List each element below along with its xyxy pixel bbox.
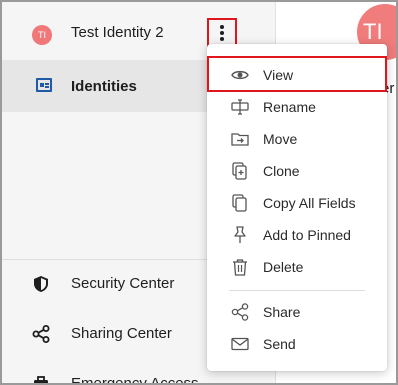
kebab-dot-icon — [220, 37, 224, 41]
menu-item-move[interactable]: Move — [207, 123, 387, 155]
menu-item-label: Rename — [263, 99, 316, 115]
menu-item-label: Share — [263, 304, 301, 320]
folder-move-icon — [231, 130, 249, 148]
trash-icon — [231, 258, 249, 276]
menu-item-share[interactable]: Share — [207, 296, 387, 328]
menu-item-copy-all-fields[interactable]: Copy All Fields — [207, 187, 387, 219]
share-icon — [32, 325, 50, 343]
sidebar-item-label: Security Center — [71, 275, 175, 292]
menu-item-label: Add to Pinned — [263, 227, 351, 243]
eye-icon — [231, 66, 249, 84]
id-card-icon — [36, 78, 52, 92]
menu-item-label: Move — [263, 131, 298, 147]
sidebar-item-label: Identities — [71, 78, 137, 95]
avatar: TI — [32, 25, 52, 45]
menu-item-add-to-pinned[interactable]: Add to Pinned — [207, 219, 387, 251]
menu-item-label: View — [263, 67, 294, 83]
pin-icon — [231, 226, 249, 244]
menu-item-label: Clone — [263, 163, 300, 179]
kebab-dot-icon — [220, 25, 224, 29]
envelope-icon — [231, 335, 249, 353]
menu-item-label: Copy All Fields — [263, 195, 356, 211]
sidebar-item-label: Emergency Access — [71, 375, 199, 383]
sidebar-item-label: Sharing Center — [71, 325, 172, 342]
emergency-icon — [32, 375, 50, 383]
context-menu: View Rename Move Clone Copy All Fields A… — [207, 44, 387, 371]
copy-icon — [231, 194, 249, 212]
menu-item-label: Delete — [263, 259, 304, 275]
menu-item-view[interactable]: View — [207, 56, 387, 92]
rename-icon — [231, 98, 249, 116]
sidebar-item-label: Test Identity 2 — [71, 24, 164, 41]
kebab-dot-icon — [220, 31, 224, 35]
menu-item-send[interactable]: Send — [207, 328, 387, 360]
menu-divider — [229, 290, 365, 291]
menu-item-label: Send — [263, 336, 296, 352]
menu-item-rename[interactable]: Rename — [207, 91, 387, 123]
clone-icon — [231, 162, 249, 180]
shield-icon — [32, 275, 50, 293]
menu-item-delete[interactable]: Delete — [207, 251, 387, 283]
menu-item-clone[interactable]: Clone — [207, 155, 387, 187]
share-icon — [231, 303, 249, 321]
